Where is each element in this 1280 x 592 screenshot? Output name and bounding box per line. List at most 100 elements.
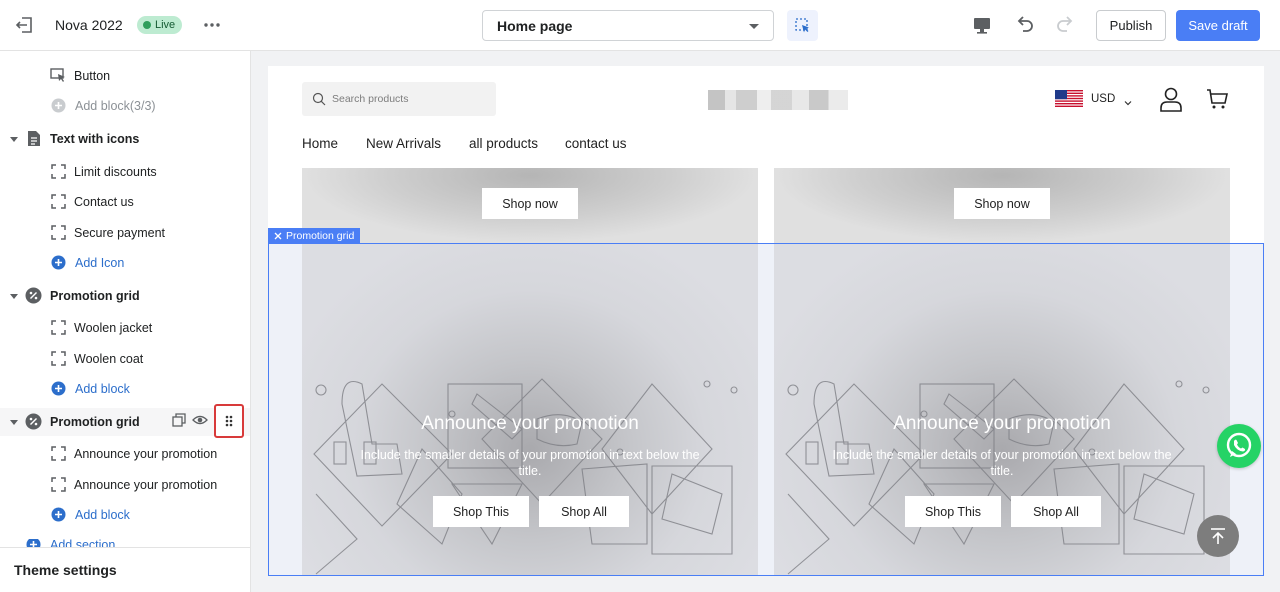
sidebar-block[interactable]: Limit discounts: [0, 158, 250, 186]
sidebar-item-label: Announce your promotion: [74, 478, 218, 492]
add-block-button[interactable]: Add block: [0, 501, 250, 529]
promo-subtitle: Include the smaller details of your prom…: [360, 448, 700, 478]
plus-circle-icon: [50, 506, 67, 523]
search-icon: [312, 92, 326, 106]
nav-link-contact-us[interactable]: contact us: [565, 136, 627, 151]
promotion-card: Announce your promotion Include the smal…: [302, 244, 758, 576]
duplicate-icon[interactable]: [172, 412, 186, 430]
exit-icon[interactable]: [14, 14, 36, 36]
nav-link-home[interactable]: Home: [302, 136, 338, 151]
block-icon: [50, 319, 67, 336]
sidebar-item-label: Promotion grid: [50, 289, 140, 303]
drag-handle-icon[interactable]: [214, 404, 244, 438]
sidebar-block-button[interactable]: Button: [0, 62, 250, 90]
nav-link-all-products[interactable]: all products: [469, 136, 538, 151]
promo-banner: Shop now: [774, 168, 1230, 243]
nav-link-new-arrivals[interactable]: New Arrivals: [366, 136, 441, 151]
sidebar-block[interactable]: Announce your promotion: [0, 471, 250, 499]
editor-topbar: Nova 2022 Live Home page Publish Save dr…: [0, 0, 1280, 51]
search-placeholder: Search products: [332, 93, 409, 105]
live-badge-label: Live: [155, 19, 176, 31]
add-icon-button[interactable]: Add Icon: [0, 249, 250, 277]
shop-all-button[interactable]: Shop All: [1011, 496, 1101, 527]
sidebar-block[interactable]: Secure payment: [0, 219, 250, 247]
publish-button[interactable]: Publish: [1096, 10, 1166, 41]
sidebar-section-promotion-grid-selected[interactable]: Promotion grid: [0, 404, 250, 438]
block-icon: [50, 476, 67, 493]
sidebar-item-label: Woolen jacket: [74, 321, 153, 335]
sidebar-item-label: Limit discounts: [74, 165, 157, 179]
store-logo-blurred[interactable]: [708, 90, 848, 110]
shop-this-button[interactable]: Shop This: [905, 496, 1001, 527]
theme-settings-button[interactable]: Theme settings: [0, 547, 250, 592]
live-badge: Live: [137, 16, 183, 34]
theme-settings-label: Theme settings: [14, 562, 117, 578]
section-label-tag[interactable]: Promotion grid: [268, 228, 361, 244]
sidebar-item-label: Woolen coat: [74, 352, 144, 366]
redo-icon[interactable]: [1053, 13, 1077, 37]
sidebar-section-text-with-icons[interactable]: Text with icons: [0, 125, 250, 153]
promo-subtitle: Include the smaller details of your prom…: [832, 448, 1172, 478]
add-block-disabled: Add block(3/3): [0, 92, 250, 120]
close-icon[interactable]: [274, 232, 282, 240]
plus-circle-icon: [50, 380, 67, 397]
cursor-icon: [50, 67, 67, 84]
percent-icon: [25, 287, 42, 304]
shop-all-button[interactable]: Shop All: [539, 496, 629, 527]
chevron-down-icon[interactable]: [10, 420, 18, 425]
sidebar-block[interactable]: Woolen jacket: [0, 314, 250, 342]
inspector-icon[interactable]: [787, 10, 818, 41]
chevron-down-icon: [749, 24, 759, 29]
block-icon: [50, 350, 67, 367]
back-to-top-icon[interactable]: [1197, 515, 1239, 557]
us-flag-icon[interactable]: [1055, 90, 1083, 107]
eye-icon[interactable]: [192, 413, 208, 430]
sidebar-block[interactable]: Contact us: [0, 188, 250, 216]
store-search-input[interactable]: Search products: [302, 82, 496, 116]
sidebar-item-label: Text with icons: [50, 132, 140, 146]
whatsapp-icon[interactable]: [1217, 424, 1261, 468]
promotion-card: Announce your promotion Include the smal…: [774, 244, 1230, 576]
percent-icon: [25, 413, 42, 430]
sidebar-item-label: Promotion grid: [50, 415, 140, 429]
sidebar-block[interactable]: Woolen coat: [0, 345, 250, 373]
undo-icon[interactable]: [1013, 13, 1037, 37]
plus-circle-icon: [50, 254, 67, 271]
shop-this-button[interactable]: Shop This: [433, 496, 529, 527]
chevron-down-icon[interactable]: [10, 294, 18, 299]
section-actions: [172, 404, 244, 438]
sidebar-item-label: Add block(3/3): [75, 99, 156, 113]
sidebar-item-label: Add block: [75, 508, 130, 522]
sidebar-item-label: Add block: [75, 382, 130, 396]
sidebar-section-promotion-grid[interactable]: Promotion grid: [0, 282, 250, 310]
promo-title: Announce your promotion: [421, 413, 639, 434]
text-icon: [25, 130, 42, 147]
save-draft-button[interactable]: Save draft: [1176, 10, 1260, 41]
product-sketch-illustration: [785, 378, 1210, 575]
block-icon: [50, 224, 67, 241]
cart-icon[interactable]: [1206, 87, 1230, 111]
currency-selector[interactable]: USD: [1091, 93, 1115, 105]
sections-sidebar: Button Add block(3/3) Text with icons Li…: [0, 51, 251, 592]
product-sketch-illustration: [313, 378, 738, 575]
shop-now-button[interactable]: Shop now: [482, 188, 578, 219]
promo-banner: Shop now: [302, 168, 758, 243]
page-selector[interactable]: Home page: [482, 10, 774, 41]
sidebar-item-label: Announce your promotion: [74, 447, 218, 461]
chevron-down-icon[interactable]: [1124, 94, 1132, 106]
sidebar-item-label: Contact us: [74, 195, 134, 209]
live-dot-icon: [143, 21, 151, 29]
account-icon[interactable]: [1159, 86, 1183, 112]
block-icon: [50, 163, 67, 180]
block-icon: [50, 193, 67, 210]
desktop-icon[interactable]: [971, 14, 993, 36]
more-icon[interactable]: [200, 14, 224, 36]
block-icon: [50, 445, 67, 462]
add-block-button[interactable]: Add block: [0, 375, 250, 403]
chevron-down-icon[interactable]: [10, 137, 18, 142]
page-selector-value: Home page: [497, 18, 573, 34]
sidebar-item-label: Add Icon: [75, 256, 125, 270]
sidebar-block[interactable]: Announce your promotion: [0, 440, 250, 468]
shop-now-button[interactable]: Shop now: [954, 188, 1050, 219]
plus-circle-icon: [50, 97, 67, 114]
